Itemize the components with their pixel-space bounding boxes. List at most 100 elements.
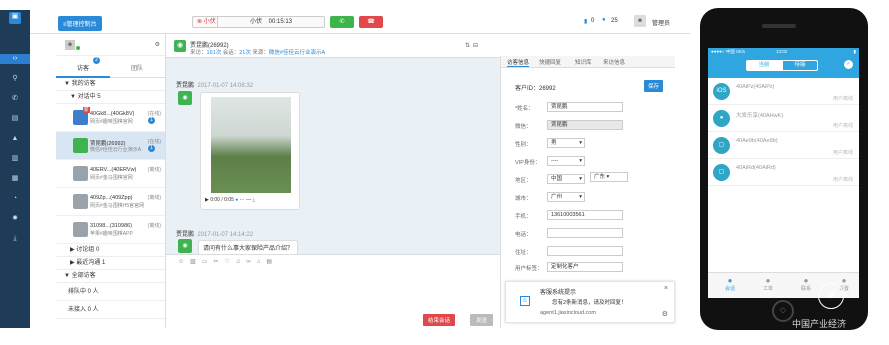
- phone-settings-icon[interactable]: ✓: [844, 60, 853, 69]
- bell-icon[interactable]: ♫: [236, 259, 247, 265]
- video-thumbnail[interactable]: [211, 97, 291, 193]
- field-select[interactable]: 中国 ▾: [547, 174, 585, 184]
- image-icon[interactable]: ▨: [190, 259, 202, 265]
- talking-group[interactable]: ▼ 对话中 5: [56, 91, 165, 104]
- field-input[interactable]: [547, 228, 623, 238]
- tag-icon[interactable]: ⌂: [257, 259, 267, 265]
- message-count: 25: [611, 18, 618, 24]
- phone-session-item[interactable]: iOS 40AiPz(40AiPz) 用户离线: [708, 79, 859, 105]
- alert-nav-icon[interactable]: ▲: [10, 134, 20, 144]
- phone-nav-icon[interactable]: ✆: [10, 94, 20, 104]
- field-input[interactable]: 13610003561: [547, 210, 623, 220]
- discussion-group[interactable]: ▶ 讨论组 0: [56, 244, 165, 257]
- video-message[interactable]: ▶ 0:00 / 0:05 ● ⋯ — ⤓: [200, 92, 300, 210]
- tab-visitors[interactable]: 访客: [56, 59, 110, 78]
- field-value: 贾昆鹏: [551, 122, 568, 128]
- my-visitors-section[interactable]: ▼ 我的访客: [56, 78, 165, 91]
- phone-session-icon: ▢: [713, 137, 730, 154]
- hangup-call-button[interactable]: ☎: [359, 16, 383, 28]
- message-icon[interactable]: ●: [602, 17, 606, 23]
- msg2-time: 2017-01-07 14:14:22: [197, 232, 254, 238]
- sessions-label: 会话：: [222, 50, 240, 56]
- gear-icon[interactable]: ⚙: [155, 41, 160, 48]
- province-select[interactable]: 广东 ▾: [590, 172, 628, 182]
- tab-visitor-info[interactable]: 访客信息: [507, 58, 530, 67]
- phone-session-item[interactable]: ● 大发乐享(40AHwK) 用户离线: [708, 106, 859, 132]
- end-session-button[interactable]: 结束会话: [423, 314, 456, 326]
- phone-tab-waiting[interactable]: 待接: [782, 60, 818, 71]
- app-logo-icon: ▣: [9, 12, 21, 24]
- download-icon[interactable]: ⤓: [252, 197, 254, 203]
- visitor-item[interactable]: 贾昆鹏(26992) 微信#佳佳云行业演示A (在线) 1: [56, 132, 165, 160]
- phone-home-button[interactable]: ◌: [772, 300, 794, 322]
- console-button[interactable]: ≡管理控制台: [58, 16, 102, 31]
- ticket-nav-icon[interactable]: ▤: [10, 114, 20, 124]
- emoji-icon[interactable]: ☺: [178, 259, 190, 265]
- phone-tab-current[interactable]: 当前: [746, 60, 782, 71]
- settings-icon[interactable]: ⚙: [662, 310, 668, 318]
- report-nav-icon[interactable]: ▦: [10, 174, 20, 184]
- field-select[interactable]: 男 ▾: [547, 138, 585, 148]
- clock-nav-icon[interactable]: ◔: [10, 194, 20, 204]
- transfer-icon[interactable]: ⇅: [465, 42, 470, 49]
- phone-nav-item[interactable]: ● 联系: [796, 276, 816, 292]
- phone-session-item[interactable]: ▢ 40AiRd(40AiRd) 用户离线: [708, 160, 859, 186]
- user-name[interactable]: 管理员: [652, 18, 670, 27]
- source-label: 来源：: [252, 50, 269, 56]
- phone-session-icon: ▢: [713, 164, 730, 181]
- wechat-icon: ◉: [174, 40, 186, 52]
- chevron-down-icon: ▾: [579, 194, 582, 200]
- send-button[interactable]: 发送: [470, 314, 494, 326]
- filter-nav-icon[interactable]: ⚲: [10, 74, 20, 84]
- visitor-item[interactable]: 409Zp...(409Zpp) 网页#金马围棋H5官官网 (离线): [56, 188, 165, 216]
- visitor-name: 409Zp...(409Zpp): [90, 195, 133, 201]
- all-visitors-section[interactable]: ▼ 全部访客: [56, 270, 165, 283]
- save-button[interactable]: 保存: [644, 80, 664, 92]
- recent-group[interactable]: ▶ 最近沟通 1: [56, 257, 165, 270]
- visitor-item[interactable]: 31098...(310986) 苹果#趣味围棋APP (离线): [56, 216, 165, 244]
- field-select[interactable]: 广州 ▾: [547, 192, 585, 202]
- library-nav-icon[interactable]: ▥: [10, 154, 20, 164]
- user-tag-input[interactable]: 定制化客户: [547, 262, 623, 272]
- msg2-avatar: ◉: [178, 239, 192, 253]
- tab-visit-info[interactable]: 来访信息: [603, 58, 625, 66]
- phone-header: ●●●●○ 中国 0K/s 13:02 ▮ 当前 待接 ✓: [708, 48, 859, 78]
- close-icon[interactable]: ×: [664, 285, 668, 292]
- phone-session-item[interactable]: ▢ 40Ae9b(40Ae9b) 用户离线: [708, 133, 859, 159]
- chat-visitor-meta: 来访：161次 会话：21次 来源：微信#佳佳云行业演示A: [190, 48, 325, 56]
- answer-call-button[interactable]: ✆: [330, 16, 354, 28]
- tab-knowledge[interactable]: 知识库: [575, 58, 592, 66]
- download-nav-icon[interactable]: ⤓: [10, 234, 20, 244]
- source-link[interactable]: 微信#佳佳云行业演示A: [269, 50, 325, 56]
- chat-nav-icon[interactable]: ‹›: [0, 54, 30, 64]
- field-input[interactable]: [547, 246, 623, 256]
- notify-domain: agent1.jiaxincloud.com: [540, 310, 596, 316]
- expand-icon[interactable]: ⊟: [473, 42, 478, 49]
- visitor-item[interactable]: 40ERV...(40ERVw) 网页#金马围棋官网 (离线): [56, 160, 165, 188]
- doc-icon[interactable]: ▮: [584, 18, 587, 25]
- phone-nav-item[interactable]: ● 工单: [758, 276, 778, 292]
- video-controls[interactable]: ▶ 0:00 / 0:05 ● ⋯ — ⤓: [205, 197, 255, 203]
- user-avatar[interactable]: ☻: [634, 15, 646, 27]
- message-input[interactable]: [170, 267, 496, 307]
- info-tabs: 访客信息 快捷回复 知识库 来访信息: [501, 56, 675, 68]
- folder-icon[interactable]: ▭: [202, 259, 214, 265]
- field-label: 住址：: [515, 250, 532, 256]
- phone-session-icon: ●: [713, 110, 730, 127]
- call-name: 小伏: [249, 19, 262, 25]
- tab-team[interactable]: 团队: [110, 59, 164, 76]
- heart-icon[interactable]: ♡: [225, 259, 236, 265]
- phone-nav-item[interactable]: ● 会话: [720, 276, 740, 292]
- scissors-icon[interactable]: ✂: [213, 259, 224, 265]
- tab-quick-reply[interactable]: 快捷回复: [539, 58, 561, 66]
- visitor-item[interactable]: 新 40Gk8...(40Gk8V) 网页#趣味围棋官网 (在线) 1: [56, 104, 165, 132]
- field-select[interactable]: ---- ▾: [547, 156, 585, 166]
- link-icon[interactable]: ∞: [246, 259, 256, 265]
- settings-nav-icon[interactable]: ✹: [10, 214, 20, 224]
- field-input[interactable]: 贾昆鹏: [547, 120, 623, 130]
- field-label: 手机：: [515, 214, 532, 220]
- field-input[interactable]: 贾昆鹏: [547, 102, 623, 112]
- volume-icon[interactable]: —: [246, 197, 251, 203]
- note-icon[interactable]: ▤: [266, 259, 278, 265]
- video-progress[interactable]: ●: [235, 197, 238, 203]
